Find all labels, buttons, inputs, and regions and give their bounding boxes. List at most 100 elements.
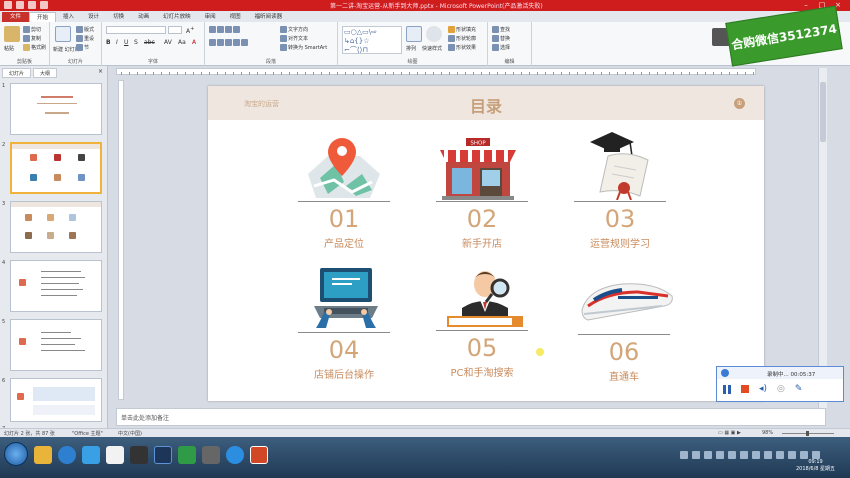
tab-slideshow[interactable]: 幻灯片放映 (156, 12, 198, 22)
strikethrough-button[interactable]: abc (144, 39, 155, 46)
tab-home[interactable]: 开始 (29, 11, 57, 22)
tray-icon[interactable] (776, 451, 784, 459)
format-painter-button[interactable]: 格式刷 (23, 44, 46, 51)
char-spacing-icon[interactable]: AV (164, 39, 172, 46)
tab-slides[interactable]: 幻灯片 (2, 68, 32, 78)
undo-icon[interactable] (28, 1, 36, 9)
replace-button[interactable]: 替换 (492, 35, 510, 42)
qq-icon[interactable] (130, 446, 148, 464)
media-icon[interactable] (82, 446, 100, 464)
ruler-tick (321, 72, 322, 75)
arrange-icon[interactable] (406, 26, 422, 42)
copy-button[interactable]: 复制 (23, 35, 41, 42)
font-family-select[interactable] (106, 26, 166, 34)
bullets-icon[interactable] (209, 26, 241, 33)
tray-icon[interactable] (728, 451, 736, 459)
chrome-icon[interactable] (106, 446, 124, 464)
arrange-button[interactable]: 排列 (406, 45, 416, 52)
save-icon[interactable] (16, 1, 24, 9)
view-buttons[interactable]: ▭ ▦ ▣ ▶ (718, 430, 741, 436)
scrollbar-thumb[interactable] (820, 82, 826, 142)
underline-button[interactable]: U (124, 39, 128, 46)
photoshop-icon[interactable] (154, 446, 172, 464)
smartart-button[interactable]: 转换为 SmartArt (280, 44, 327, 51)
clock[interactable]: 09:19 2018/6/8 星期五 (796, 459, 835, 473)
select-button[interactable]: 选择 (492, 44, 510, 51)
tray-icon[interactable] (752, 451, 760, 459)
tray-icon[interactable] (704, 451, 712, 459)
camera-icon[interactable]: ◎ (777, 384, 785, 394)
slide-thumbnail-2[interactable] (10, 142, 102, 194)
app-icon-grey[interactable] (202, 446, 220, 464)
tray-icon[interactable] (740, 451, 748, 459)
shape-effects-button[interactable]: 形状效果 (448, 44, 476, 51)
align-icons[interactable] (209, 39, 249, 46)
shadow-button[interactable]: S (134, 39, 138, 46)
zoom-slider-thumb[interactable] (806, 431, 809, 436)
cut-button[interactable]: 剪切 (23, 26, 41, 33)
zoom-level[interactable]: 98% (762, 430, 773, 436)
start-button[interactable] (4, 442, 28, 466)
font-size-select[interactable] (168, 26, 182, 34)
stop-icon[interactable] (741, 385, 749, 393)
align-text-button[interactable]: 对齐文本 (280, 35, 308, 42)
shapes-gallery[interactable]: ▭○△▭\⇨ ↳⌂{}☆ ⌐⌒⟨⟩⊓ (342, 26, 402, 54)
tray-icon[interactable] (764, 451, 772, 459)
tray-icon[interactable] (812, 451, 820, 459)
quick-styles-button[interactable]: 快速样式 (422, 45, 442, 52)
ruler-tick (329, 72, 330, 75)
tray-icon[interactable] (788, 451, 796, 459)
paste-button[interactable]: 粘贴 (4, 45, 14, 52)
tab-view[interactable]: 视图 (223, 12, 248, 22)
new-slide-icon[interactable] (55, 26, 71, 42)
notes-pane[interactable]: 单击此处添加备注 (116, 408, 826, 426)
vertical-scrollbar[interactable] (818, 68, 827, 408)
slide-thumbnail-3[interactable] (10, 201, 102, 253)
tab-outline[interactable]: 大纲 (33, 68, 58, 78)
tray-icon[interactable] (680, 451, 688, 459)
skype-icon[interactable] (226, 446, 244, 464)
bold-button[interactable]: B (106, 39, 111, 46)
slide-thumbnail-6[interactable] (10, 378, 102, 422)
quick-styles-icon[interactable] (426, 26, 442, 42)
close-pane-icon[interactable]: × (98, 68, 103, 75)
ie-icon[interactable] (58, 446, 76, 464)
tab-foxit[interactable]: 福昕阅读器 (248, 12, 290, 22)
ruler-tick (545, 72, 546, 75)
align-text-label: 对齐文本 (288, 36, 309, 42)
tab-insert[interactable]: 插入 (56, 12, 81, 22)
paste-icon[interactable] (4, 26, 20, 42)
grow-font-icon[interactable]: A+ (186, 26, 194, 35)
text-direction-button[interactable]: 文字方向 (280, 26, 308, 33)
shape-fill-button[interactable]: 形状填充 (448, 26, 476, 33)
shape-outline-button[interactable]: 形状轮廓 (448, 35, 476, 42)
explorer-icon[interactable] (34, 446, 52, 464)
reset-button[interactable]: 重设 (76, 35, 94, 42)
slide-thumb-number: 3 (2, 201, 6, 207)
change-case-icon[interactable]: Aa (178, 39, 186, 46)
powerpoint-icon[interactable] (250, 446, 268, 464)
layout-button[interactable]: 版式 (76, 26, 94, 33)
volume-icon[interactable]: ◂) (759, 384, 767, 394)
tab-transitions[interactable]: 切换 (106, 12, 131, 22)
italic-button[interactable]: I (116, 39, 118, 46)
slide-thumbnail-5[interactable] (10, 319, 102, 371)
tab-design[interactable]: 设计 (81, 12, 106, 22)
section-button[interactable]: 节 (76, 44, 89, 51)
slide-thumbnail-4[interactable] (10, 260, 102, 312)
tab-review[interactable]: 审阅 (198, 12, 223, 22)
tray-icon[interactable] (800, 451, 808, 459)
tray-icon[interactable] (692, 451, 700, 459)
tab-file[interactable]: 文件 (2, 11, 30, 22)
tab-animations[interactable]: 动画 (131, 12, 156, 22)
redo-icon[interactable] (40, 1, 48, 9)
slide-canvas[interactable]: 淘宝的运营 目录 ① SHOP 01 产品定位 02 新手开店 03 运营规则学… (208, 86, 764, 401)
find-button[interactable]: 查找 (492, 26, 510, 33)
tray-icon[interactable] (716, 451, 724, 459)
font-color-icon[interactable]: A (192, 39, 196, 46)
wechat-icon[interactable] (178, 446, 196, 464)
pen-icon[interactable]: ✎ (795, 384, 803, 394)
slide-thumbnail-1[interactable] (10, 83, 102, 135)
ruler-tick (217, 72, 218, 75)
pause-icon[interactable] (723, 384, 731, 394)
